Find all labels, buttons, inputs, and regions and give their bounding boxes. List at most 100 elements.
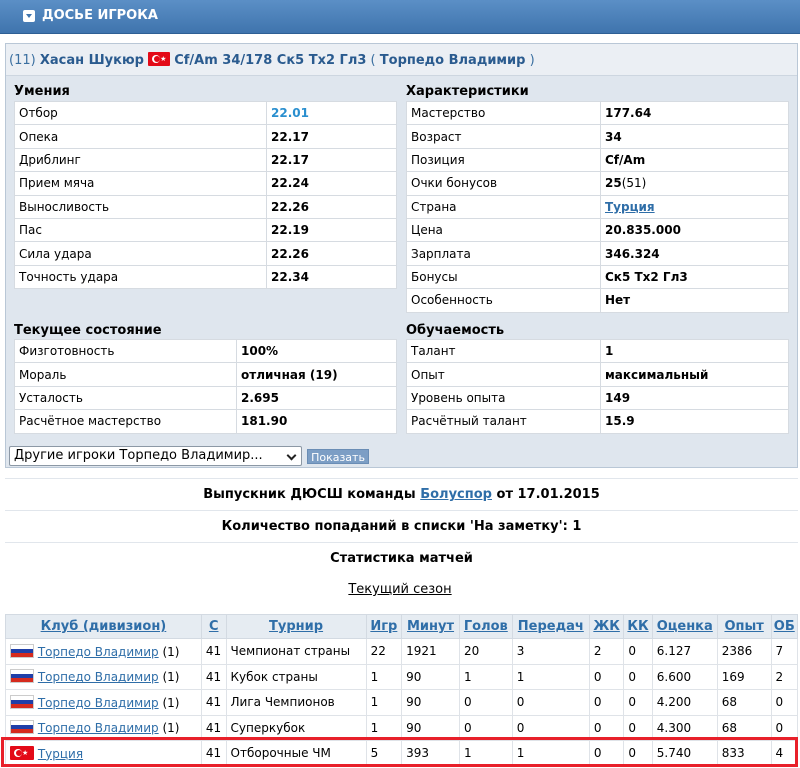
characteristics-row: Зарплата 346.324: [406, 241, 789, 266]
column-header[interactable]: Оценка: [651, 614, 718, 639]
club-division: (1): [162, 670, 180, 685]
stat-cell-games: 1: [365, 689, 403, 716]
characteristics-label: Бонусы: [406, 264, 601, 290]
skills-row: Выносливость 22.26: [14, 194, 397, 219]
stat-cell-rating: 6.600: [651, 663, 718, 690]
club-link[interactable]: Торпедо Владимир: [38, 696, 159, 710]
stat-cell-goals: 0: [458, 689, 513, 716]
team-close-paren: ): [529, 53, 535, 68]
learning-label: Расчётный талант: [406, 409, 601, 434]
graduate-team-link[interactable]: Болуспор: [420, 487, 492, 502]
player-team-link[interactable]: Торпедо Владимир: [380, 53, 526, 68]
column-header[interactable]: Опыт: [716, 614, 772, 639]
skills-row: Опека 22.17: [14, 124, 397, 149]
learning-heading: Обучаемость: [406, 323, 505, 338]
condition-value: 181.90: [236, 409, 397, 434]
stat-cell-ob: 0: [770, 714, 798, 741]
column-header[interactable]: Голов: [458, 614, 513, 639]
stat-cell-minutes: 90: [401, 663, 460, 690]
condition-value: отличная (19): [236, 362, 397, 387]
learning-value-text: 15.9: [605, 414, 635, 429]
stat-cell-exp: 169: [716, 663, 772, 690]
club-cell: Торпедо Владимир (1): [5, 663, 202, 690]
stat-cell-exp: 68: [716, 714, 772, 741]
skills-label: Прием мяча: [14, 171, 267, 196]
condition-row: Мораль отличная (19): [14, 362, 397, 387]
learning-label: Опыт: [406, 362, 601, 387]
characteristics-value-text: 34: [605, 129, 622, 144]
skills-label: Точность удара: [14, 264, 267, 290]
column-header[interactable]: С: [200, 614, 227, 639]
stat-cell-minutes: 90: [401, 689, 460, 716]
stat-cell-rc: 0: [623, 638, 653, 665]
learning-value: 1: [600, 338, 789, 364]
condition-value: 2.695: [236, 385, 397, 411]
club-link[interactable]: Торпедо Владимир: [38, 645, 159, 659]
characteristics-value: 20.835.000: [600, 217, 789, 243]
other-players-select[interactable]: Другие игроки Торпедо Владимир...: [9, 446, 302, 466]
column-header[interactable]: Передач: [511, 614, 590, 639]
stat-cell-rating: 4.300: [651, 714, 718, 741]
table-row: ★ Турция 41 Отборочные ЧМ 5 393 1 1 0 0 5.740 833 4: [5, 740, 798, 767]
characteristics-heading: Характеристики: [406, 84, 529, 99]
column-header[interactable]: Игр: [365, 614, 403, 639]
condition-value-text: 2.695: [241, 390, 279, 405]
stat-cell-s: 41: [200, 663, 227, 690]
characteristics-value: 177.64: [600, 100, 789, 126]
column-header[interactable]: Турнир: [225, 614, 367, 639]
player-info: Cf/Am 34/178 Ск5 Тх2 Гл3: [174, 53, 367, 68]
stat-cell-s: 41: [200, 638, 227, 665]
column-header[interactable]: Минут: [401, 614, 460, 639]
season-link-wrap: Текущий сезон: [0, 582, 800, 597]
stat-cell-rc: 0: [623, 740, 653, 767]
stat-cell-rating: 6.127: [651, 638, 718, 665]
team-open-paren: (: [370, 53, 376, 68]
stat-cell-tournament: Отборочные ЧМ: [225, 740, 367, 767]
column-header[interactable]: ЖК: [588, 614, 625, 639]
characteristics-value-text[interactable]: Турция: [605, 200, 655, 214]
condition-value-text: 100%: [241, 344, 279, 359]
skills-row: Дриблинг 22.17: [14, 147, 397, 173]
characteristics-row: Цена 20.835.000: [406, 217, 789, 243]
player-name[interactable]: Хасан Шукюр: [40, 53, 144, 68]
learning-label: Уровень опыта: [406, 385, 601, 411]
stat-cell-s: 41: [200, 689, 227, 716]
condition-heading: Текущее состояние: [14, 323, 162, 338]
characteristics-value-text: Cf/Am: [605, 152, 646, 167]
skills-value: 22.17: [266, 124, 397, 149]
russia-flag-icon: [10, 669, 34, 684]
player-number: (11): [9, 53, 36, 68]
stat-cell-tournament: Чемпионат страны: [225, 638, 367, 665]
skills-label: Пас: [14, 217, 267, 243]
skills-table: Отбор 22.01 Опека 22.17 Дриблинг 22.17 Прием м…: [14, 100, 397, 290]
stat-cell-tournament: Суперкубок: [225, 714, 367, 741]
column-header[interactable]: Клуб (дивизион): [5, 614, 202, 639]
skills-row: Пас 22.19: [14, 217, 397, 243]
skills-label: Отбор: [14, 100, 267, 126]
stat-cell-yc: 2: [588, 638, 625, 665]
stat-cell-s: 41: [200, 714, 227, 741]
season-link[interactable]: Текущий сезон: [348, 582, 451, 597]
skills-value-text: 22.17: [271, 129, 309, 144]
characteristics-table: Мастерство 177.64 Возраст 34 Позиция Cf/Am Очк…: [406, 100, 789, 313]
column-header[interactable]: ОБ: [770, 614, 798, 639]
show-button[interactable]: Показать: [307, 449, 369, 464]
column-header[interactable]: КК: [623, 614, 653, 639]
skills-value-text: 22.26: [271, 199, 309, 214]
club-link[interactable]: Торпедо Владимир: [38, 670, 159, 684]
collapse-icon[interactable]: [23, 10, 35, 22]
skills-label: Сила удара: [14, 241, 267, 266]
club-link[interactable]: Турция: [38, 747, 83, 761]
learning-label: Талант: [406, 338, 601, 364]
turkey-flag-icon: ★: [10, 745, 34, 760]
skills-label: Выносливость: [14, 194, 267, 219]
characteristics-value: 346.324: [600, 241, 789, 266]
club-link[interactable]: Торпедо Владимир: [38, 721, 159, 735]
stat-cell-minutes: 393: [401, 740, 460, 767]
club-division: (1): [162, 721, 180, 736]
condition-row: Усталость 2.695: [14, 385, 397, 411]
characteristics-value-text: 20.835.000: [605, 223, 681, 238]
club-division: (1): [162, 644, 180, 659]
characteristics-label: Зарплата: [406, 241, 601, 266]
characteristics-row: Страна Турция: [406, 194, 789, 219]
